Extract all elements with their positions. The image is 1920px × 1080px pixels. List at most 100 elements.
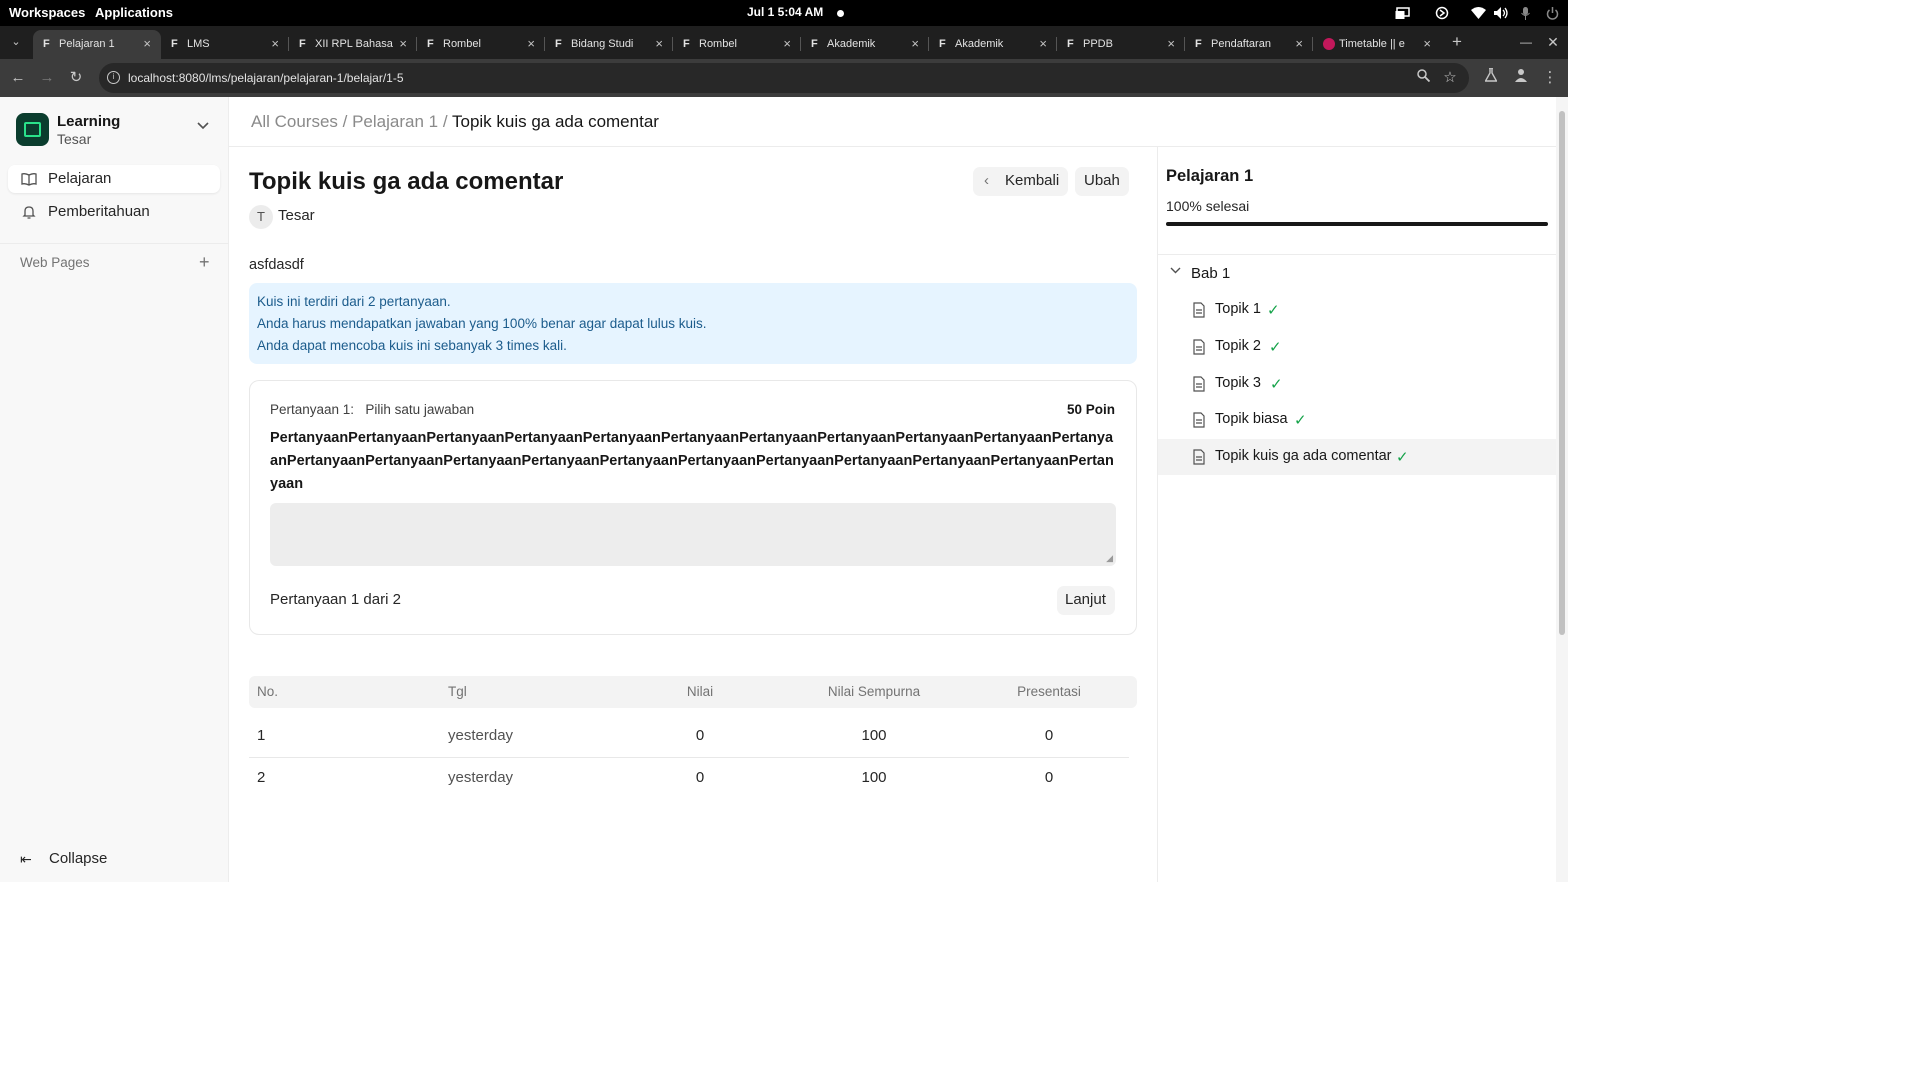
browser-tab[interactable]: F LMS × <box>161 30 289 59</box>
outline-topic[interactable]: Topik 2 ✓ <box>1158 329 1557 365</box>
reload-icon[interactable]: ↻ <box>66 68 86 88</box>
question-meta: Pertanyaan 1: Pilih satu jawaban <box>270 402 474 417</box>
breadcrumb-course[interactable]: Pelajaran 1 <box>352 112 438 131</box>
progress-text: 100% selesai <box>1166 198 1250 214</box>
volume-icon[interactable] <box>1493 5 1509 21</box>
new-tab-icon[interactable]: + <box>1447 32 1467 52</box>
outline-topic[interactable]: Topik biasa ✓ <box>1158 402 1557 438</box>
browser-tab[interactable]: F Rombel × <box>417 30 545 59</box>
close-tab-icon[interactable]: × <box>783 36 791 51</box>
frappe-icon: F <box>683 38 690 50</box>
column-header: Nilai <box>686 684 714 699</box>
browser-tab[interactable]: F Pendaftaran × <box>1185 30 1313 59</box>
sidebar-item-label: Pemberitahuan <box>48 203 150 220</box>
cell-date: yesterday <box>448 727 514 744</box>
browser-tab-strip: ⌄ F Pelajaran 1 × F LMS × F XII RPL Baha… <box>0 26 1568 59</box>
minimize-icon[interactable]: — <box>1516 32 1536 52</box>
tab-label: Rombel <box>699 38 737 50</box>
browser-tab[interactable]: Timetable || e × <box>1313 30 1441 59</box>
labs-flask-icon[interactable] <box>1481 67 1501 88</box>
brand-title[interactable]: Learning <box>57 113 120 130</box>
close-tab-icon[interactable]: × <box>143 36 151 51</box>
attempts-table-header: No. Tgl Nilai Nilai Sempurna Presentasi <box>249 676 1137 708</box>
kebab-menu-icon[interactable]: ⋮ <box>1540 68 1560 88</box>
frappe-icon: F <box>811 38 818 50</box>
edit-button[interactable]: Ubah <box>1075 167 1129 196</box>
breadcrumb-all-courses[interactable]: All Courses <box>251 112 338 131</box>
author-name: Tesar <box>278 207 315 224</box>
question-type: Pilih satu jawaban <box>365 402 475 417</box>
browser-tab[interactable]: F Akademik × <box>929 30 1057 59</box>
check-icon: ✓ <box>1270 376 1283 393</box>
forward-icon[interactable]: → <box>37 68 57 88</box>
zoom-icon[interactable] <box>1413 68 1433 88</box>
applications-menu[interactable]: Applications <box>95 5 173 20</box>
tab-label: PPDB <box>1083 38 1113 50</box>
edit-button-label: Ubah <box>1084 172 1120 189</box>
back-button[interactable]: ‹ Kembali <box>973 167 1068 196</box>
quiz-info-line: Anda dapat mencoba kuis ini sebanyak 3 t… <box>257 338 567 353</box>
close-tab-icon[interactable]: × <box>399 36 407 51</box>
site-info-icon[interactable]: i <box>107 71 120 84</box>
close-tab-icon[interactable]: × <box>655 36 663 51</box>
lesson-description: asfdasdf <box>249 257 304 273</box>
browser-tab[interactable]: F XII RPL Bahasa × <box>289 30 417 59</box>
quiz-info-line: Anda harus mendapatkan jawaban yang 100%… <box>257 316 707 331</box>
sidebar-divider <box>0 243 229 244</box>
next-button[interactable]: Lanjut <box>1057 586 1115 615</box>
close-tab-icon[interactable]: × <box>1295 36 1303 51</box>
resize-grip-icon[interactable]: ◢ <box>1106 553 1113 564</box>
browser-tab[interactable]: F PPDB × <box>1057 30 1185 59</box>
sidebar-item-pemberitahuan[interactable]: Pemberitahuan <box>8 198 220 226</box>
microphone-icon[interactable] <box>1518 5 1532 21</box>
check-icon: ✓ <box>1267 302 1280 319</box>
power-icon[interactable] <box>1544 5 1560 21</box>
screen-share-icon[interactable] <box>1394 5 1410 21</box>
check-icon: ✓ <box>1396 449 1409 466</box>
close-tab-icon[interactable]: × <box>1039 36 1047 51</box>
close-tab-icon[interactable]: × <box>271 36 279 51</box>
frappe-icon: F <box>427 38 434 50</box>
close-window-icon[interactable]: ✕ <box>1543 32 1563 52</box>
outline-topic[interactable]: Topik 1 ✓ <box>1158 292 1557 328</box>
document-icon <box>1192 449 1206 465</box>
brand-user[interactable]: Tesar <box>57 131 91 147</box>
bookmark-star-icon[interactable]: ☆ <box>1440 68 1460 88</box>
browser-tab[interactable]: F Rombel × <box>673 30 801 59</box>
wifi-icon[interactable] <box>1470 5 1486 21</box>
url-text[interactable]: localhost:8080/lms/pelajaran/pelajaran-1… <box>128 71 404 85</box>
frappe-icon: F <box>555 38 562 50</box>
tab-label: Bidang Studi <box>571 38 634 50</box>
page-scrollbar[interactable] <box>1556 97 1568 882</box>
outline-topic[interactable]: Topik 3 ✓ <box>1158 366 1557 402</box>
profile-icon[interactable] <box>1511 68 1531 88</box>
close-tab-icon[interactable]: × <box>911 36 919 51</box>
browser-tab[interactable]: F Pelajaran 1 × <box>33 30 161 59</box>
chevron-down-icon[interactable] <box>197 119 209 133</box>
timetable-icon <box>1323 38 1335 50</box>
browser-tab[interactable]: F Bidang Studi × <box>545 30 673 59</box>
answer-textarea[interactable]: ◢ <box>270 503 1116 566</box>
clock[interactable]: Jul 1 5:04 AM <box>747 5 823 19</box>
scrollbar-thumb[interactable] <box>1559 111 1565 635</box>
close-tab-icon[interactable]: × <box>1423 36 1431 51</box>
browser-tab[interactable]: F Akademik × <box>801 30 929 59</box>
cell-percentage: 0 <box>1044 727 1054 744</box>
close-tab-icon[interactable]: × <box>1167 36 1175 51</box>
system-top-bar: Workspaces Applications Jul 1 5:04 AM <box>0 0 1568 26</box>
outline-topic-active[interactable]: Topik kuis ga ada comentar ✓ <box>1158 439 1557 475</box>
notification-dot <box>837 10 844 17</box>
back-icon[interactable]: ← <box>8 68 28 88</box>
tab-label: Akademik <box>827 38 876 50</box>
updates-icon[interactable] <box>1434 5 1450 21</box>
address-bar[interactable]: i localhost:8080/lms/pelajaran/pelajaran… <box>99 63 1469 93</box>
workspaces-button[interactable]: Workspaces <box>9 5 85 20</box>
sidebar-item-pelajaran[interactable]: Pelajaran <box>8 165 220 193</box>
question-number: Pertanyaan 1: <box>270 402 355 417</box>
topic-label: Topik 2 <box>1215 338 1261 354</box>
tab-search-icon[interactable]: ⌄ <box>6 32 26 52</box>
close-tab-icon[interactable]: × <box>527 36 535 51</box>
add-web-page-icon[interactable]: + <box>199 252 210 273</box>
frappe-icon: F <box>1195 38 1202 50</box>
learning-logo <box>16 113 49 146</box>
